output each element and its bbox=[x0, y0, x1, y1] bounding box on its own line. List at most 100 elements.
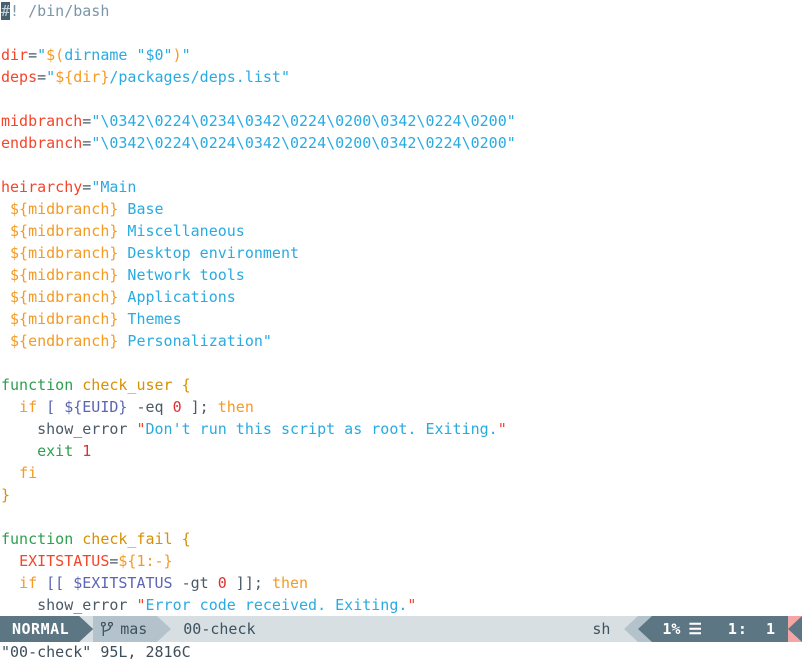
code-token: "\0342\0224\0224\0342\0224\0200\0342\022… bbox=[91, 134, 516, 152]
code-token: dir bbox=[1, 46, 29, 64]
code-token: Miscellaneous bbox=[118, 222, 245, 240]
code-token: = bbox=[82, 134, 92, 152]
code-line-blank2 bbox=[0, 88, 802, 110]
code-token: ${midbranch} bbox=[10, 200, 119, 218]
code-token: exit bbox=[37, 442, 83, 460]
code-token: = bbox=[28, 46, 38, 64]
code-line-endbranch: endbranch="\0342\0224\0224\0342\0224\020… bbox=[0, 132, 802, 154]
code-line-h-themes: ${midbranch} Themes bbox=[0, 308, 802, 330]
code-token: ${1:-} bbox=[118, 552, 173, 570]
code-line-cu-fi: fi bbox=[0, 462, 802, 484]
code-token: then bbox=[271, 574, 309, 592]
code-token: Base bbox=[118, 200, 164, 218]
code-token: -eq bbox=[127, 398, 173, 416]
code-token: dirname bbox=[64, 46, 137, 64]
code-token: Themes bbox=[118, 310, 182, 328]
code-token: function bbox=[1, 376, 83, 394]
code-token: = bbox=[37, 68, 47, 86]
code-token: "Main bbox=[91, 178, 137, 196]
status-line-label: 1: bbox=[727, 620, 748, 638]
code-token: ${endbranch} bbox=[10, 332, 119, 350]
code-line-cu-show-error: show_error "Don't run this script as roo… bbox=[0, 418, 802, 440]
code-token: fi bbox=[19, 464, 38, 482]
code-line-deps-assign: deps="${dir}/packages/deps.list" bbox=[0, 66, 802, 88]
powerline-arrow-left-outer bbox=[624, 616, 639, 642]
powerline-arrow-left-inner bbox=[638, 616, 653, 642]
code-token: } bbox=[1, 486, 11, 504]
code-token: EXITSTATUS bbox=[19, 552, 110, 570]
code-line-h-base: ${midbranch} Base bbox=[0, 198, 802, 220]
code-token: { bbox=[181, 376, 191, 394]
code-line-fn-check-user: function check_user { bbox=[0, 374, 802, 396]
code-token: " bbox=[136, 420, 146, 438]
code-line-blank5 bbox=[0, 506, 802, 528]
code-token: [[ $EXITSTATUS bbox=[46, 574, 173, 592]
text-cursor: # bbox=[1, 2, 11, 20]
code-token: then bbox=[217, 398, 254, 416]
code-token: "\0342\0224\0234\0342\0224\0200\0342\022… bbox=[91, 112, 516, 130]
code-token: function bbox=[1, 530, 83, 548]
code-line-cf-exitstatus: EXITSTATUS=${1:-} bbox=[0, 550, 802, 572]
code-token: " bbox=[37, 46, 47, 64]
code-token: -gt bbox=[172, 574, 218, 592]
code-token: ${dir} bbox=[55, 68, 110, 86]
powerline-arrow-mode bbox=[79, 616, 94, 642]
status-git-branch: mas bbox=[93, 616, 158, 642]
code-line-cf-if: if [[ $EXITSTATUS -gt 0 ]]; then bbox=[0, 572, 802, 594]
code-line-cu-close: } bbox=[0, 484, 802, 506]
code-token: ${midbranch} bbox=[10, 266, 119, 284]
code-token: 1 bbox=[82, 442, 92, 460]
code-token: Network tools bbox=[118, 266, 245, 284]
code-line-cf-show-error: show_error "Error code received. Exiting… bbox=[0, 594, 802, 616]
code-token: show_error bbox=[1, 420, 137, 438]
code-token: 0 bbox=[172, 398, 182, 416]
code-token: " bbox=[46, 68, 56, 86]
code-token: ]; bbox=[181, 398, 218, 416]
vim-command-line[interactable]: "00-check" 95L, 2816C bbox=[0, 642, 802, 662]
code-line-blank3 bbox=[0, 154, 802, 176]
scroll-lines-icon: ☰ bbox=[688, 620, 702, 638]
code-line-h-apps: ${midbranch} Applications bbox=[0, 286, 802, 308]
code-line-cu-exit: exit 1 bbox=[0, 440, 802, 462]
status-spacer bbox=[265, 616, 593, 642]
code-token: " bbox=[136, 596, 146, 614]
code-line-blank1 bbox=[0, 22, 802, 44]
code-token: midbranch bbox=[1, 112, 83, 130]
code-token: = bbox=[82, 178, 92, 196]
code-line-fn-check-fail: function check_fail { bbox=[0, 528, 802, 550]
code-token: 0 bbox=[217, 574, 227, 592]
code-token: $( bbox=[46, 46, 65, 64]
code-line-dir-assign: dir="$(dirname "$0")" bbox=[0, 44, 802, 66]
code-token: ) bbox=[172, 46, 182, 64]
code-editor-area[interactable]: #! /bin/bash dir="$(dirname "$0")" deps="… bbox=[0, 0, 802, 616]
code-token: if bbox=[19, 574, 47, 592]
code-token: ${midbranch} bbox=[10, 222, 119, 240]
git-branch-icon bbox=[101, 621, 114, 636]
status-percent-value: 1% bbox=[662, 620, 681, 638]
status-mode-normal: NORMAL bbox=[0, 616, 80, 642]
code-token: show_error bbox=[1, 596, 137, 614]
code-token: Don't run this script as root. Exiting. bbox=[145, 420, 498, 438]
code-token: Desktop environment bbox=[118, 244, 300, 262]
code-token: "$0" bbox=[136, 46, 173, 64]
powerline-arrow-branch bbox=[157, 616, 172, 642]
code-token: ]]; bbox=[226, 574, 272, 592]
code-line-h-personal: ${endbranch} Personalization" bbox=[0, 330, 802, 352]
vim-statusline: NORMAL mas 00-check sh 1% ☰ 1: 1 bbox=[0, 616, 802, 642]
code-line-h-misc: ${midbranch} Miscellaneous bbox=[0, 220, 802, 242]
code-line-heirarchy-open: heirarchy="Main bbox=[0, 176, 802, 198]
code-line-h-desktop: ${midbranch} Desktop environment bbox=[0, 242, 802, 264]
status-filename: 00-check bbox=[171, 616, 266, 642]
code-token: endbranch bbox=[1, 134, 83, 152]
code-token: Personalization" bbox=[118, 332, 272, 350]
status-filetype: sh bbox=[592, 616, 625, 642]
code-token: heirarchy bbox=[1, 178, 83, 196]
code-token: ${midbranch} bbox=[10, 310, 119, 328]
